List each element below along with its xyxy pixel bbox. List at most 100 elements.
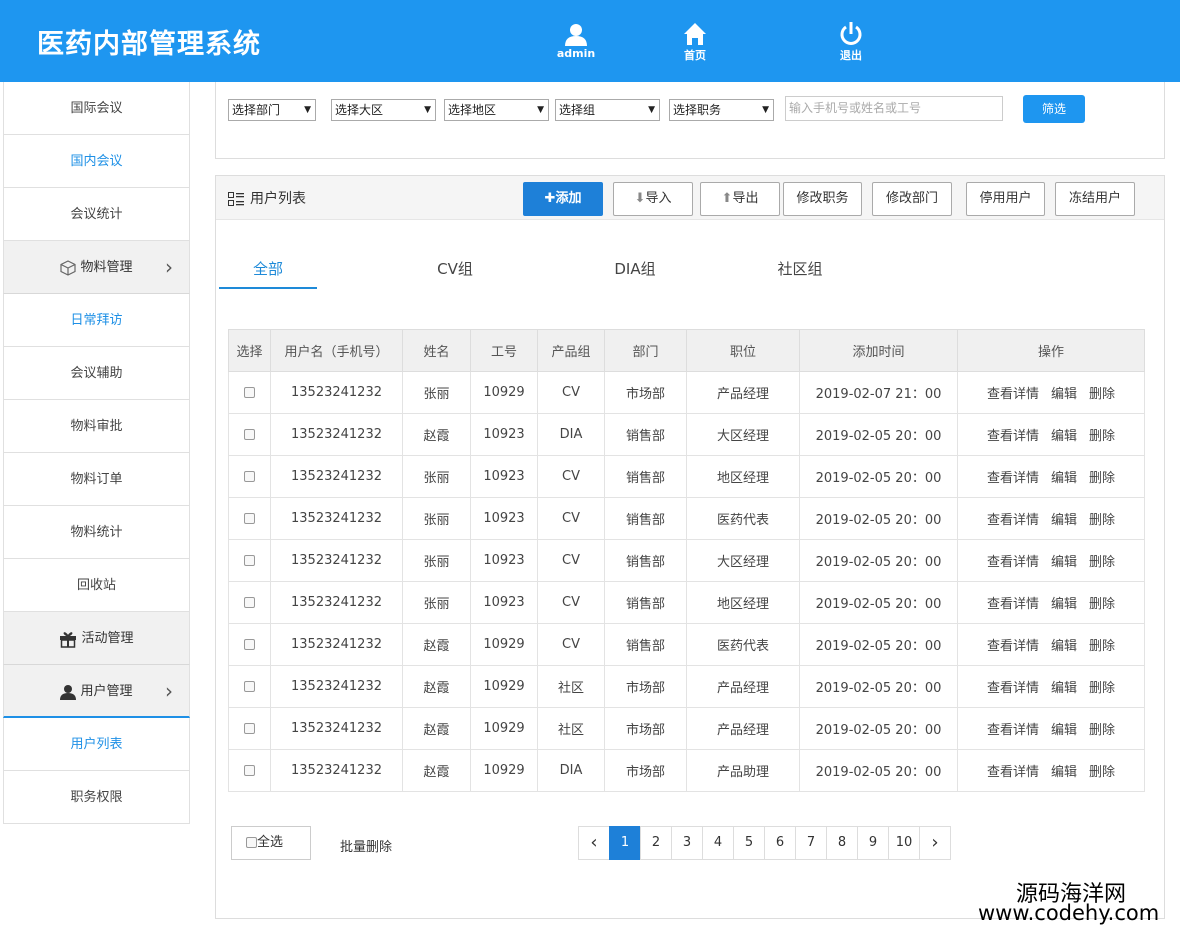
row-checkbox[interactable] xyxy=(244,597,255,608)
delete-link[interactable]: 删除 xyxy=(1089,597,1115,612)
disable-user-button[interactable]: 停用用户 xyxy=(966,182,1045,216)
edit-link[interactable]: 编辑 xyxy=(1051,429,1077,444)
row-checkbox[interactable] xyxy=(244,681,255,692)
page-3[interactable]: 3 xyxy=(671,826,703,860)
page-5[interactable]: 5 xyxy=(733,826,765,860)
prev-page-button[interactable]: ‹ xyxy=(578,826,610,860)
sidebar-item-user-list[interactable]: 用户列表 xyxy=(3,718,190,771)
edit-link[interactable]: 编辑 xyxy=(1051,639,1077,654)
home-nav[interactable]: 首页 xyxy=(665,22,725,63)
edit-position-button[interactable]: 修改职务 xyxy=(783,182,862,216)
tab-cv[interactable]: CV组 xyxy=(406,251,504,289)
select-all-checkbox[interactable] xyxy=(246,837,257,848)
filter-button[interactable]: 筛选 xyxy=(1023,95,1085,123)
group-select[interactable]: 选择组 ▼ xyxy=(555,99,660,121)
cell-position: 医药代表 xyxy=(686,623,800,666)
row-checkbox[interactable] xyxy=(244,555,255,566)
sidebar-item-recycle-bin[interactable]: 回收站 xyxy=(3,559,190,612)
delete-link[interactable]: 删除 xyxy=(1089,471,1115,486)
delete-link[interactable]: 删除 xyxy=(1089,723,1115,738)
edit-link[interactable]: 编辑 xyxy=(1051,555,1077,570)
sidebar-item-material-approval[interactable]: 物料审批 xyxy=(3,400,190,453)
cell-added-time: 2019-02-05 20：00 xyxy=(799,455,958,498)
tab-community[interactable]: 社区组 xyxy=(751,251,849,289)
region-select[interactable]: 选择大区 ▼ xyxy=(331,99,436,121)
page-2[interactable]: 2 xyxy=(640,826,672,860)
sidebar-item-material-stats[interactable]: 物料统计 xyxy=(3,506,190,559)
view-details-link[interactable]: 查看详情 xyxy=(987,765,1039,780)
edit-link[interactable]: 编辑 xyxy=(1051,513,1077,528)
sidebar-item-daily-visit[interactable]: 日常拜访 xyxy=(3,294,190,347)
delete-link[interactable]: 删除 xyxy=(1089,765,1115,780)
page-4[interactable]: 4 xyxy=(702,826,734,860)
sidebar-group-materials[interactable]: 物料管理 › xyxy=(3,241,190,294)
edit-link[interactable]: 编辑 xyxy=(1051,387,1077,402)
delete-link[interactable]: 删除 xyxy=(1089,513,1115,528)
area-select[interactable]: 选择地区 ▼ xyxy=(444,99,549,121)
next-page-button[interactable]: › xyxy=(919,826,951,860)
edit-link[interactable]: 编辑 xyxy=(1051,597,1077,612)
row-checkbox[interactable] xyxy=(244,471,255,482)
view-details-link[interactable]: 查看详情 xyxy=(987,387,1039,402)
delete-link[interactable]: 删除 xyxy=(1089,639,1115,654)
row-checkbox[interactable] xyxy=(244,387,255,398)
view-details-link[interactable]: 查看详情 xyxy=(987,681,1039,696)
page-6[interactable]: 6 xyxy=(764,826,796,860)
logout-nav[interactable]: 退出 xyxy=(821,22,881,63)
row-checkbox[interactable] xyxy=(244,639,255,650)
admin-nav[interactable]: admin xyxy=(546,22,606,60)
freeze-user-button[interactable]: 冻结用户 xyxy=(1055,182,1135,216)
import-button[interactable]: ⬇导入 xyxy=(613,182,693,216)
tab-all[interactable]: 全部 xyxy=(219,251,317,289)
position-select[interactable]: 选择职务 ▼ xyxy=(669,99,774,121)
row-actions: 查看详情 编辑 删除 xyxy=(957,623,1145,666)
edit-link[interactable]: 编辑 xyxy=(1051,471,1077,486)
page-7[interactable]: 7 xyxy=(795,826,827,860)
plus-icon: ✚ xyxy=(544,191,556,206)
select-all[interactable]: 全选 xyxy=(231,826,311,860)
search-input[interactable]: 输入手机号或姓名或工号 xyxy=(785,96,1003,121)
cell-department: 销售部 xyxy=(604,581,687,624)
view-details-link[interactable]: 查看详情 xyxy=(987,639,1039,654)
sidebar-group-activities[interactable]: 活动管理 xyxy=(3,612,190,665)
view-details-link[interactable]: 查看详情 xyxy=(987,429,1039,444)
delete-link[interactable]: 删除 xyxy=(1089,387,1115,402)
row-checkbox[interactable] xyxy=(244,765,255,776)
edit-department-button[interactable]: 修改部门 xyxy=(872,182,952,216)
add-button[interactable]: ✚添加 xyxy=(523,182,603,216)
bulk-delete-link[interactable]: 批量删除 xyxy=(340,836,392,855)
view-details-link[interactable]: 查看详情 xyxy=(987,513,1039,528)
watermark-line2: www.codehy.com xyxy=(978,901,1160,925)
view-details-link[interactable]: 查看详情 xyxy=(987,555,1039,570)
view-details-link[interactable]: 查看详情 xyxy=(987,723,1039,738)
row-checkbox[interactable] xyxy=(244,429,255,440)
sidebar-item-meeting-assist[interactable]: 会议辅助 xyxy=(3,347,190,400)
sidebar-item-meeting-stats[interactable]: 会议统计 xyxy=(3,188,190,241)
sidebar-group-users[interactable]: 用户管理 › xyxy=(3,665,190,718)
row-checkbox[interactable] xyxy=(244,723,255,734)
delete-link[interactable]: 删除 xyxy=(1089,429,1115,444)
page-9[interactable]: 9 xyxy=(857,826,889,860)
sidebar-item-label: 会议辅助 xyxy=(70,366,123,381)
page-10[interactable]: 10 xyxy=(888,826,920,860)
sidebar-item-label: 活动管理 xyxy=(81,631,134,646)
cell-position: 地区经理 xyxy=(686,581,800,624)
edit-link[interactable]: 编辑 xyxy=(1051,681,1077,696)
row-checkbox[interactable] xyxy=(244,513,255,524)
page-1[interactable]: 1 xyxy=(609,826,641,860)
edit-link[interactable]: 编辑 xyxy=(1051,765,1077,780)
chevron-right-icon: › xyxy=(165,679,173,703)
sidebar-item-position-permissions[interactable]: 职务权限 xyxy=(3,771,190,824)
edit-link[interactable]: 编辑 xyxy=(1051,723,1077,738)
sidebar-item-international-meeting[interactable]: 国际会议 xyxy=(3,82,190,135)
sidebar-item-domestic-meeting[interactable]: 国内会议 xyxy=(3,135,190,188)
view-details-link[interactable]: 查看详情 xyxy=(987,597,1039,612)
delete-link[interactable]: 删除 xyxy=(1089,555,1115,570)
export-button[interactable]: ⬆导出 xyxy=(700,182,780,216)
page-8[interactable]: 8 xyxy=(826,826,858,860)
sidebar-item-material-orders[interactable]: 物料订单 xyxy=(3,453,190,506)
department-select[interactable]: 选择部门 ▼ xyxy=(228,99,316,121)
view-details-link[interactable]: 查看详情 xyxy=(987,471,1039,486)
tab-dia[interactable]: DIA组 xyxy=(586,251,684,289)
delete-link[interactable]: 删除 xyxy=(1089,681,1115,696)
